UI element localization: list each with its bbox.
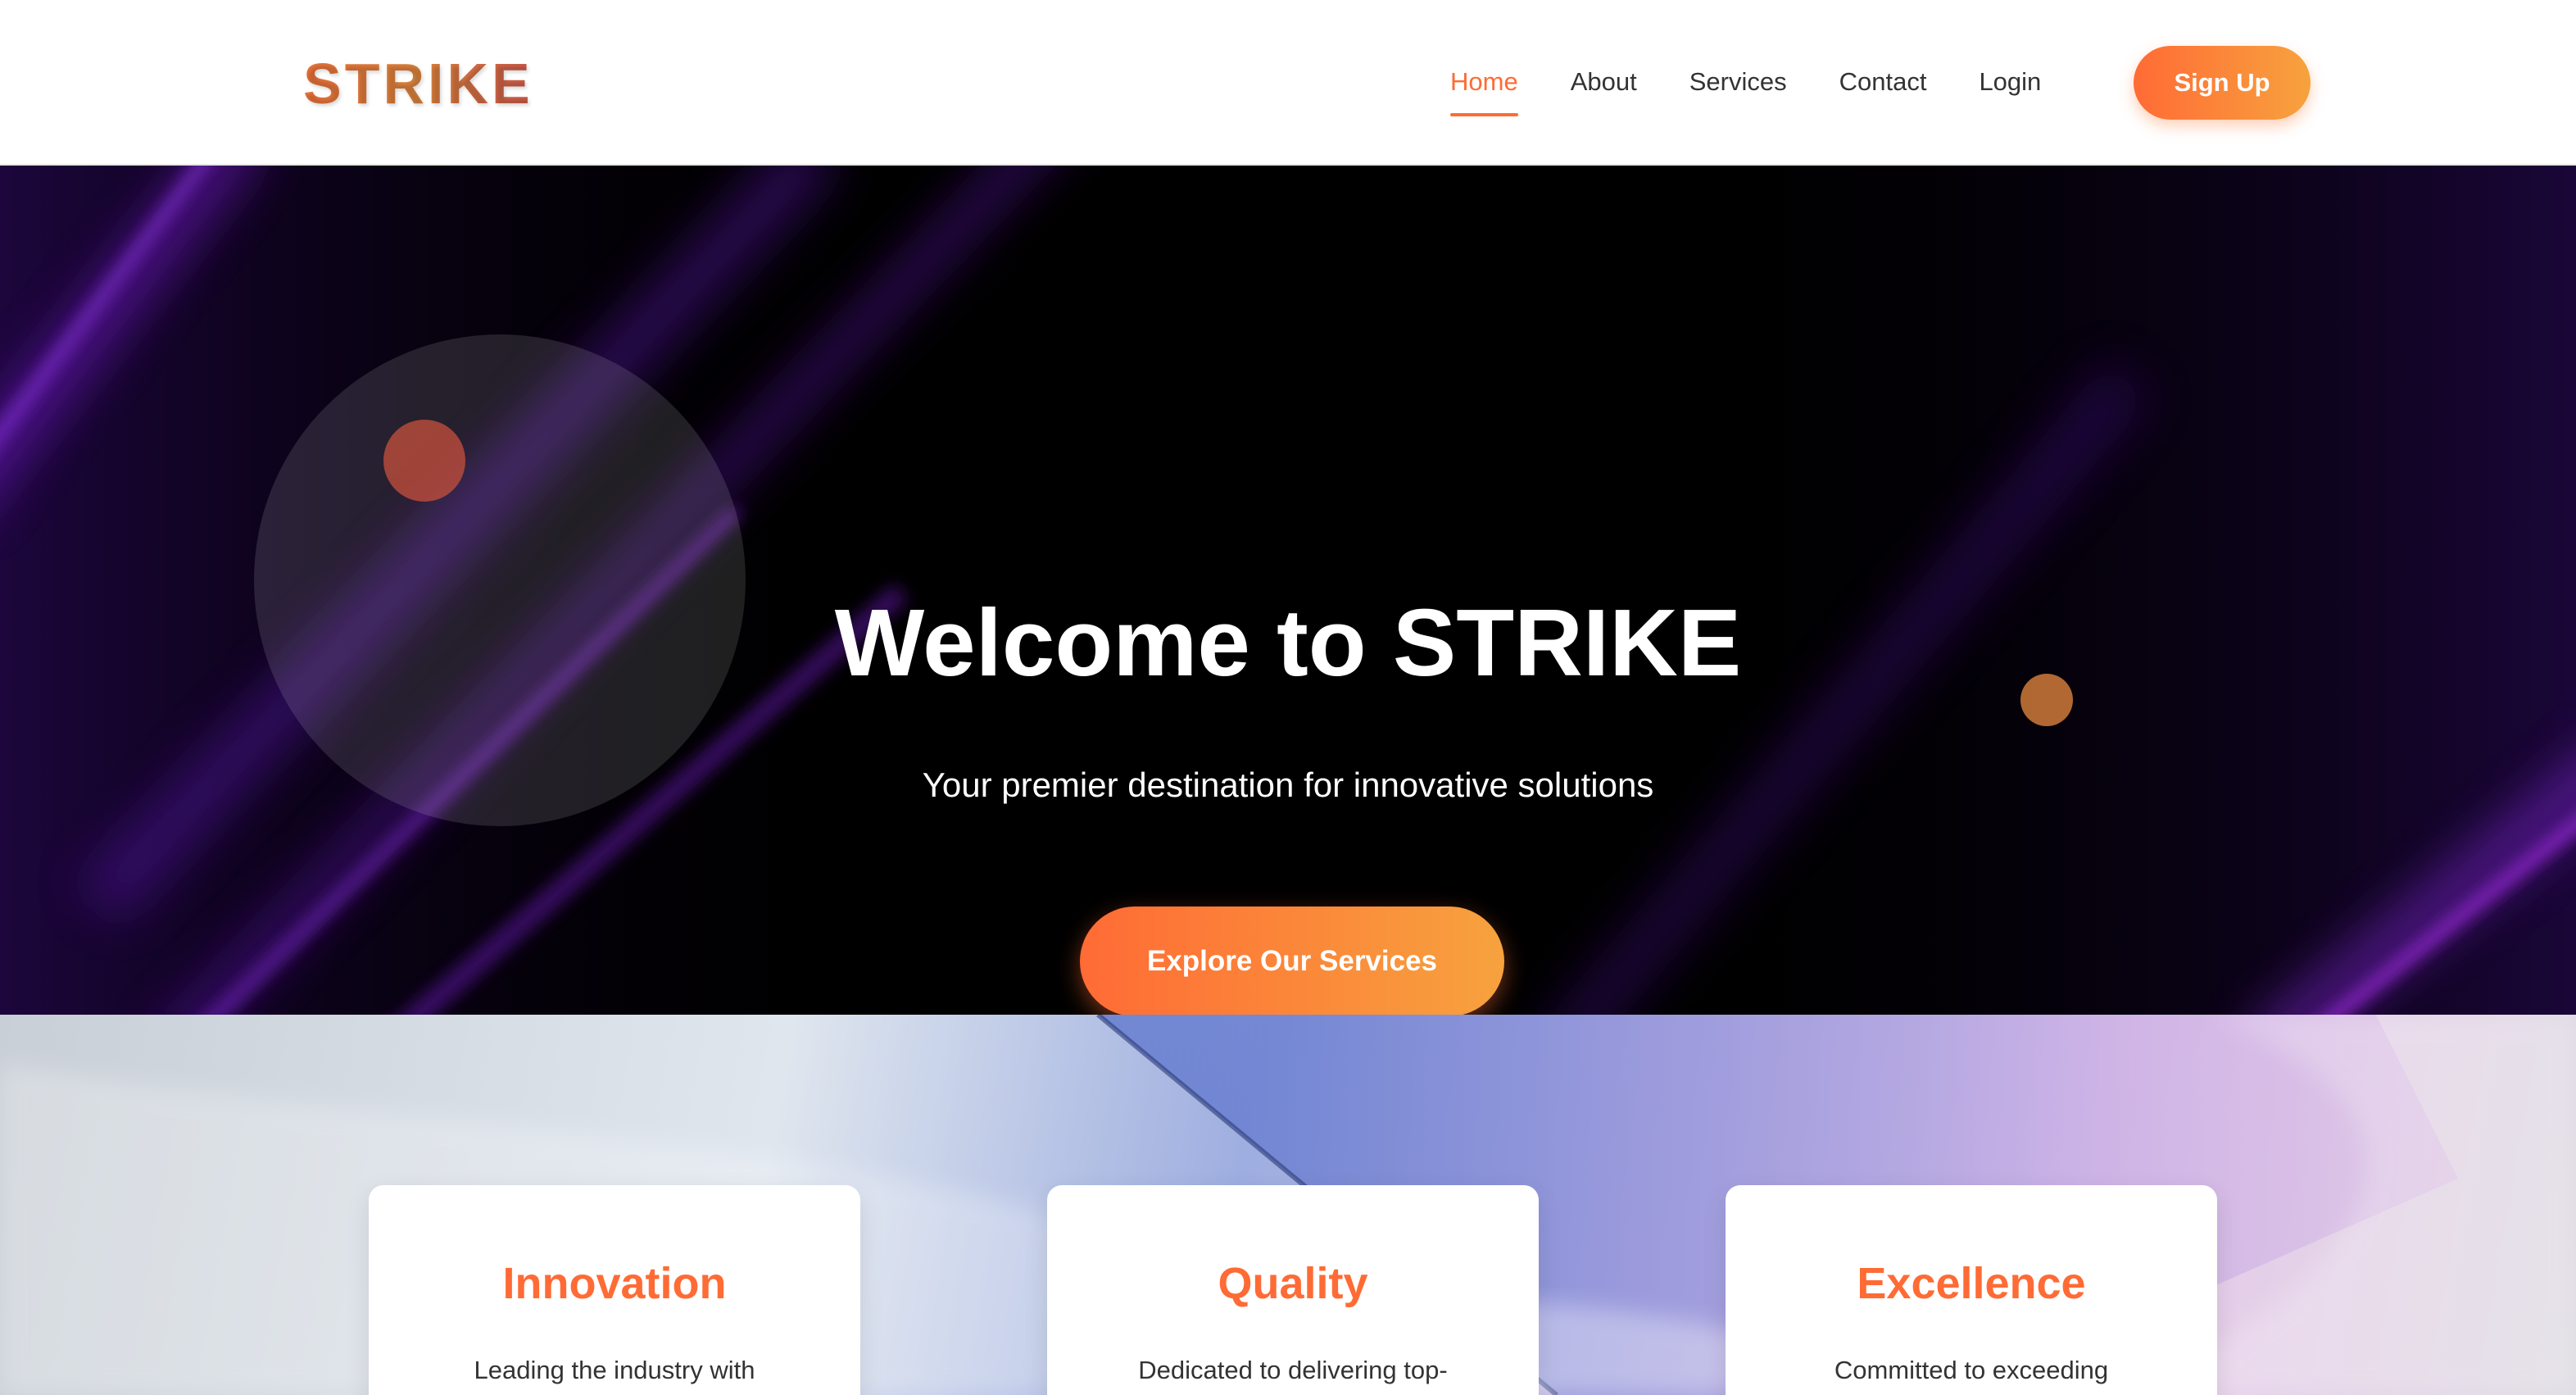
feature-card-innovation: Innovation Leading the industry with xyxy=(369,1185,860,1395)
feature-card-title: Innovation xyxy=(502,1259,727,1308)
feature-card-excellence: Excellence Committed to exceeding xyxy=(1726,1185,2217,1395)
signup-button[interactable]: Sign Up xyxy=(2134,46,2311,120)
hero-subtitle: Your premier destination for innovative … xyxy=(922,766,1654,804)
hero-title: Welcome to STRIKE xyxy=(834,589,1742,696)
explore-services-button[interactable]: Explore Our Services xyxy=(1080,907,1504,1015)
nav-link-contact[interactable]: Contact xyxy=(1839,57,1927,107)
decorative-dot-red xyxy=(383,420,465,502)
nav-link-login[interactable]: Login xyxy=(1979,57,2041,107)
feature-card-title: Quality xyxy=(1218,1259,1368,1308)
brand-logo[interactable]: STRIKE xyxy=(303,51,533,116)
feature-card-text: Committed to exceeding xyxy=(1834,1356,2109,1384)
features-section: Innovation Leading the industry with Qua… xyxy=(0,1015,2576,1395)
hero-section: Welcome to STRIKE Your premier destinati… xyxy=(0,166,2576,1015)
nav-link-about[interactable]: About xyxy=(1571,57,1637,107)
nav-link-home[interactable]: Home xyxy=(1450,57,1518,116)
nav-links: Home About Services Contact Login xyxy=(1450,57,2093,116)
nav-link-services[interactable]: Services xyxy=(1689,57,1787,107)
feature-card-quality: Quality Dedicated to delivering top- xyxy=(1047,1185,1539,1395)
feature-card-text: Dedicated to delivering top- xyxy=(1138,1356,1448,1384)
navbar: STRIKE Home About Services Contact Login… xyxy=(0,0,2576,166)
feature-card-title: Excellence xyxy=(1857,1259,2086,1308)
feature-card-text: Leading the industry with xyxy=(474,1356,755,1384)
decorative-circle xyxy=(254,334,746,826)
